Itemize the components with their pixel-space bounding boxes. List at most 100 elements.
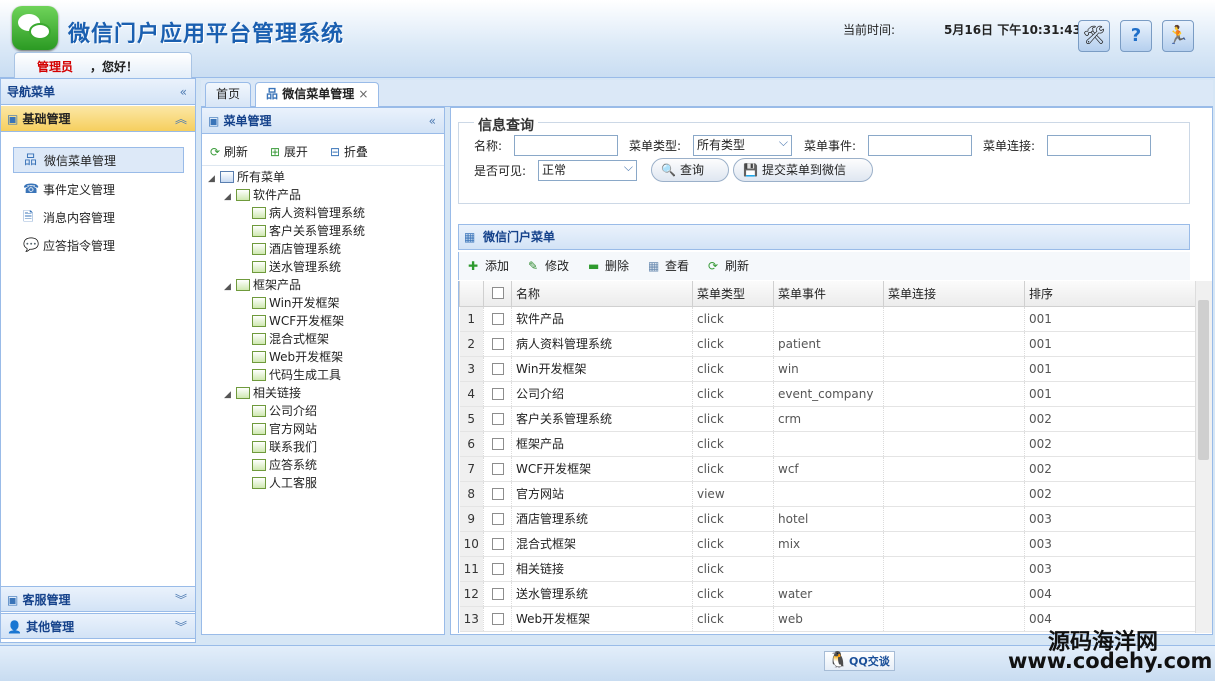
column-header[interactable]: 菜单事件 [773, 281, 884, 307]
nav-section-service[interactable]: ▣ 客服管理 ︾ [1, 586, 195, 612]
table-row[interactable]: 11 相关链接 click 003 [459, 556, 1195, 582]
tree-leaf[interactable]: 酒店管理系统 [252, 240, 341, 258]
cell-name: 框架产品 [511, 431, 693, 457]
table-row[interactable]: 6 框架产品 click 002 [459, 431, 1195, 457]
expand-arrow-icon[interactable]: ◢ [224, 386, 236, 404]
cell-name: Web开发框架 [511, 606, 693, 632]
table-row[interactable]: 10 混合式框架 click mix 003 [459, 531, 1195, 557]
tree-leaf[interactable]: 公司介绍 [252, 402, 317, 420]
name-input[interactable] [514, 135, 618, 156]
table-row[interactable]: 1 软件产品 click 001 [459, 306, 1195, 332]
tree-refresh-button[interactable]: ⟳ 刷新 [210, 143, 248, 160]
tree-leaf[interactable]: Win开发框架 [252, 294, 340, 312]
grid-refresh-button[interactable]: ⟳ 刷新 [705, 252, 749, 280]
tree-collapse-button[interactable]: ⊟ 折叠 [330, 143, 368, 160]
logout-button[interactable]: 🏃 [1162, 20, 1194, 52]
tree-leaf[interactable]: 混合式框架 [252, 330, 329, 348]
grid-header: ▦ 微信门户菜单 [458, 224, 1190, 250]
tree-leaf[interactable]: 应答系统 [252, 456, 317, 474]
row-checkbox[interactable] [483, 356, 512, 382]
delete-button[interactable]: ▬ 删除 [585, 252, 629, 280]
expand-arrow-icon[interactable]: ◢ [208, 170, 220, 188]
column-header[interactable]: 菜单连接 [883, 281, 1025, 307]
table-row[interactable]: 9 酒店管理系统 click hotel 003 [459, 506, 1195, 532]
table-row[interactable]: 2 病人资料管理系统 click patient 001 [459, 331, 1195, 357]
tree-leaf[interactable]: 官方网站 [252, 420, 317, 438]
row-checkbox[interactable] [483, 331, 512, 357]
expand-arrow-icon[interactable]: ◢ [224, 188, 236, 206]
column-header[interactable]: 名称 [511, 281, 693, 307]
row-checkbox[interactable] [483, 406, 512, 432]
nav-section-basic[interactable]: ▣ 基础管理 ︽ [1, 106, 195, 132]
nav-item-wechat-menu[interactable]: 品微信菜单管理 [13, 147, 184, 173]
help-button[interactable]: ? [1120, 20, 1152, 52]
table-row[interactable]: 8 官方网站 view 002 [459, 481, 1195, 507]
tree-leaf[interactable]: 人工客服 [252, 474, 317, 492]
cell-type: click [692, 356, 774, 382]
row-checkbox[interactable] [483, 306, 512, 332]
row-checkbox[interactable] [483, 556, 512, 582]
tree-node-label: 代码生成工具 [269, 368, 342, 382]
row-checkbox[interactable] [483, 456, 512, 482]
column-header[interactable]: 菜单类型 [692, 281, 774, 307]
tab-label: 微信菜单管理 [282, 87, 355, 101]
edit-button[interactable]: ✎ 修改 [525, 252, 569, 280]
tree-leaf[interactable]: 病人资料管理系统 [252, 204, 365, 222]
cell-sort: 001 [1024, 331, 1195, 357]
qq-chat-button[interactable]: 🐧 QQ交谈 [824, 650, 895, 671]
nav-section-label: 客服管理 [22, 593, 71, 607]
row-checkbox[interactable] [483, 581, 512, 607]
nav-item-message[interactable]: 🗎 消息内容管理 [13, 205, 184, 231]
menu-type-select[interactable]: 所有类型 [693, 133, 792, 156]
tree-root[interactable]: ◢ 所有菜单 [208, 168, 285, 186]
tab-home[interactable]: 首页 [205, 82, 252, 107]
row-checkbox[interactable] [483, 381, 512, 407]
cell-name: 软件产品 [511, 306, 693, 332]
tree-leaf[interactable]: 代码生成工具 [252, 366, 341, 384]
collapse-left-icon[interactable]: « [180, 79, 187, 105]
nav-item-event-def[interactable]: ☎ 事件定义管理 [13, 177, 184, 203]
tree-leaf[interactable]: Web开发框架 [252, 348, 343, 366]
nav-section-other[interactable]: 👤 其他管理 ︾ [1, 613, 195, 639]
expand-arrow-icon[interactable]: ◢ [224, 278, 236, 296]
table-row[interactable]: 7 WCF开发框架 click wcf 002 [459, 456, 1195, 482]
row-checkbox[interactable] [483, 606, 512, 632]
menu-event-input[interactable] [868, 135, 972, 156]
column-header[interactable]: 排序 [1024, 281, 1195, 307]
table-row[interactable]: 4 公司介绍 click event_company 001 [459, 381, 1195, 407]
chevron-up-icon: ︽ [174, 112, 187, 126]
collapse-left-icon[interactable]: « [429, 108, 436, 134]
nav-item-reply[interactable]: 💬 应答指令管理 [13, 233, 184, 259]
settings-button[interactable]: 🛠 [1078, 20, 1110, 52]
row-checkbox[interactable] [483, 481, 512, 507]
tree-node-label: 公司介绍 [269, 404, 318, 418]
tree-group[interactable]: ◢ 软件产品 [224, 186, 301, 204]
tree-group[interactable]: ◢ 框架产品 [224, 276, 301, 294]
tree-node-label: 官方网站 [269, 422, 318, 436]
row-checkbox[interactable] [483, 531, 512, 557]
tree-leaf[interactable]: WCF开发框架 [252, 312, 344, 330]
search-button[interactable]: 🔍 查询 [651, 158, 729, 182]
tab-wechat-menu[interactable]: 品 微信菜单管理 × [255, 82, 380, 107]
submit-to-wechat-button[interactable]: 💾 提交菜单到微信 [733, 158, 873, 182]
menu-link-input[interactable] [1047, 135, 1151, 156]
tree-leaf[interactable]: 联系我们 [252, 438, 317, 456]
table-row[interactable]: 3 Win开发框架 click win 001 [459, 356, 1195, 382]
table-row[interactable]: 12 送水管理系统 click water 004 [459, 581, 1195, 607]
tree-group[interactable]: ◢ 相关链接 [224, 384, 301, 402]
tree-expand-button[interactable]: ⊞ 展开 [270, 143, 308, 160]
tree-leaf[interactable]: 客户关系管理系统 [252, 222, 365, 240]
visible-select[interactable]: 正常 [538, 158, 637, 181]
table-row[interactable]: 5 客户关系管理系统 click crm 002 [459, 406, 1195, 432]
close-icon[interactable]: × [358, 87, 368, 101]
add-button[interactable]: ✚ 添加 [465, 252, 509, 280]
view-button[interactable]: ▦ 查看 [645, 252, 689, 280]
row-checkbox[interactable] [483, 506, 512, 532]
tree-leaf[interactable]: 送水管理系统 [252, 258, 341, 276]
menu-grid: 名称 菜单类型 菜单事件 菜单连接 排序 1 软件产品 click 001 2 病人资料管… [458, 281, 1195, 633]
scrollbar-thumb[interactable] [1198, 300, 1209, 460]
row-checkbox[interactable] [483, 431, 512, 457]
row-number: 3 [459, 356, 484, 382]
cell-name: Win开发框架 [511, 356, 693, 382]
select-all-checkbox[interactable] [483, 281, 512, 307]
